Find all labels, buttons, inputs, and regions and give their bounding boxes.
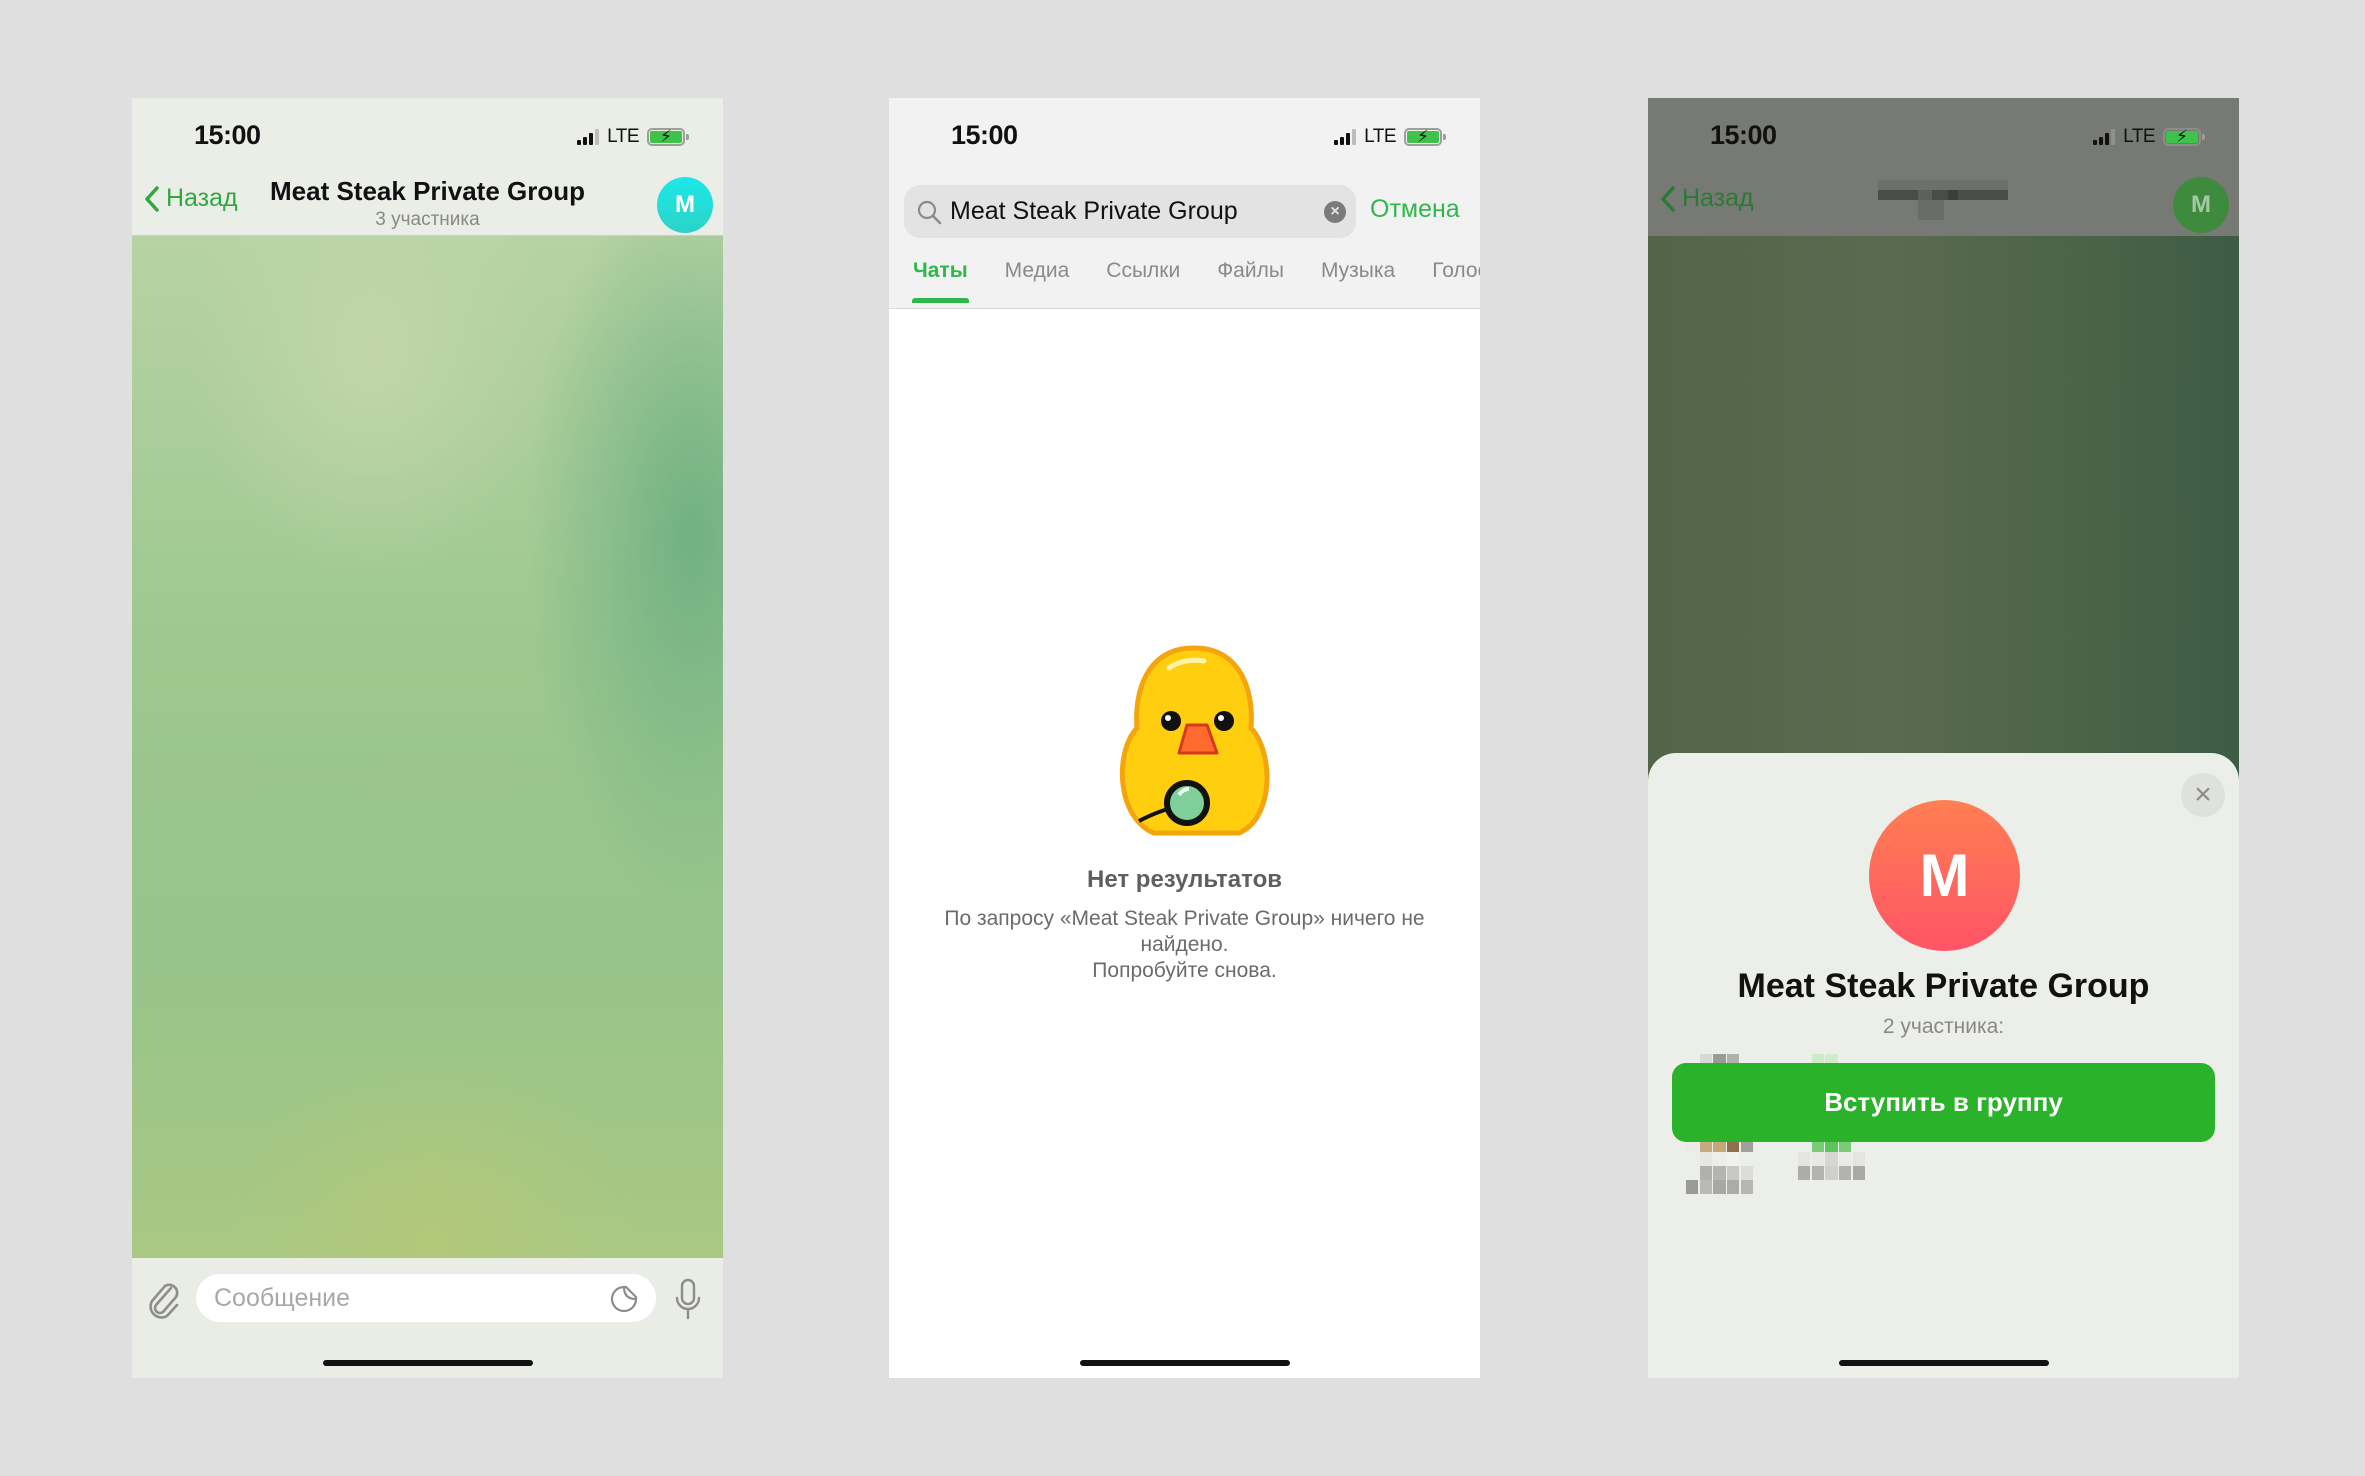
empty-line-1: По запросу «Meat Steak Private Group» ни… xyxy=(944,907,1425,956)
status-indicators: LTE ⚡ xyxy=(577,126,689,148)
search-icon xyxy=(917,200,942,225)
battery-icon: ⚡ xyxy=(647,127,689,146)
tab-music[interactable]: Музыка xyxy=(1321,259,1395,283)
status-indicators: LTE ⚡ xyxy=(2093,126,2205,148)
sticker-icon[interactable] xyxy=(610,1285,638,1313)
avatar-pixel xyxy=(1699,1180,1712,1194)
status-indicators: LTE ⚡ xyxy=(1334,126,1446,148)
group-name: Meat Steak Private Group xyxy=(1737,967,2150,1005)
clear-search-button[interactable]: × xyxy=(1324,201,1346,223)
avatar-pixel xyxy=(1853,1166,1866,1180)
home-indicator xyxy=(1079,1360,1290,1366)
search-field[interactable]: × xyxy=(904,185,1356,238)
chat-screen: 15:00 LTE ⚡ Назад Meat Steak Private Gro… xyxy=(132,98,723,1378)
home-indicator xyxy=(322,1360,533,1366)
avatar-pixel xyxy=(1797,1152,1811,1166)
join-group-screen: 15:00 LTE ⚡ Назад M × M Meat Steak Priva… xyxy=(1648,98,2239,1378)
signal-icon xyxy=(2093,129,2116,145)
avatar-pixel xyxy=(1853,1152,1866,1166)
avatar-pixel xyxy=(1839,1166,1852,1180)
header-avatar: M xyxy=(2173,177,2229,233)
status-time: 15:00 xyxy=(194,120,261,150)
network-label: LTE xyxy=(1364,126,1396,147)
avatar-pixel xyxy=(1741,1180,1754,1194)
join-group-button[interactable]: Вступить в группу xyxy=(1672,1063,2215,1142)
chevron-left-icon xyxy=(1661,185,1675,212)
avatar-pixel xyxy=(1727,1152,1740,1166)
battery-icon: ⚡ xyxy=(1404,127,1446,146)
search-tabs: Чаты Медиа Ссылки Файлы Музыка Голосовые xyxy=(912,259,1480,303)
avatar-pixel xyxy=(1839,1152,1852,1166)
avatar-pixel xyxy=(1727,1166,1740,1180)
group-avatar[interactable]: M xyxy=(657,177,713,233)
avatar-pixel xyxy=(1713,1180,1726,1194)
member-count: 2 участника: xyxy=(1882,1015,2005,1038)
avatar-pixel xyxy=(1699,1152,1712,1166)
tab-voice[interactable]: Голосовые xyxy=(1432,259,1480,283)
network-label: LTE xyxy=(2123,126,2155,147)
group-avatar: M xyxy=(1869,800,2020,951)
avatar-pixel xyxy=(1699,1166,1712,1180)
microphone-icon[interactable] xyxy=(675,1278,701,1320)
dimmed-header: 15:00 LTE ⚡ Назад M xyxy=(1648,98,2239,236)
search-header: 15:00 LTE ⚡ × Отмена Чаты Медиа Ссылки Ф… xyxy=(889,98,1480,309)
empty-title: Нет результатов xyxy=(1087,866,1282,893)
avatar-pixel xyxy=(1811,1152,1824,1166)
tab-links[interactable]: Ссылки xyxy=(1106,259,1180,283)
empty-description: По запросу «Meat Steak Private Group» ни… xyxy=(907,906,1462,984)
avatar-pixel xyxy=(1713,1152,1726,1166)
search-screen: 15:00 LTE ⚡ × Отмена Чаты Медиа Ссылки Ф… xyxy=(889,98,1480,1378)
battery-icon: ⚡ xyxy=(2163,127,2205,146)
avatar-pixel xyxy=(1825,1166,1838,1180)
blurred-title xyxy=(1878,180,2008,224)
chat-background: Сегодня Привет 14:59 ! xyxy=(132,236,723,1378)
avatar-pixel xyxy=(1713,1166,1726,1180)
avatar-pixel xyxy=(1741,1166,1754,1180)
input-bar xyxy=(132,1258,723,1378)
avatar-pixel xyxy=(1825,1152,1838,1166)
avatar-pixel xyxy=(1727,1180,1740,1194)
paperclip-icon[interactable] xyxy=(146,1280,182,1320)
close-button[interactable]: × xyxy=(2181,773,2225,817)
signal-icon xyxy=(1334,129,1357,145)
back-label: Назад xyxy=(1682,184,1754,212)
home-indicator xyxy=(1838,1360,2049,1366)
tab-media[interactable]: Медиа xyxy=(1005,259,1070,283)
tab-files[interactable]: Файлы xyxy=(1217,259,1284,283)
status-time: 15:00 xyxy=(1710,120,1777,150)
chat-title[interactable]: Meat Steak Private Group xyxy=(132,176,723,207)
avatar-pixel xyxy=(1811,1166,1824,1180)
duck-sticker-icon xyxy=(1119,645,1270,836)
back-button[interactable]: Назад xyxy=(1660,184,1754,213)
avatar-pixel xyxy=(1797,1166,1811,1180)
empty-line-2: Попробуйте снова. xyxy=(1092,959,1277,982)
status-time: 15:00 xyxy=(951,120,1018,150)
avatar-pixel xyxy=(1685,1180,1699,1194)
cancel-button[interactable]: Отмена xyxy=(1370,195,1460,224)
search-input[interactable] xyxy=(950,185,1310,238)
tab-chats[interactable]: Чаты xyxy=(912,259,969,303)
chat-header: 15:00 LTE ⚡ Назад Meat Steak Private Gro… xyxy=(132,98,723,236)
network-label: LTE xyxy=(607,126,639,147)
join-sheet: × M Meat Steak Private Group 2 участника… xyxy=(1648,753,2239,1378)
member-count: 3 участника xyxy=(375,209,480,230)
message-input[interactable] xyxy=(196,1274,656,1322)
signal-icon xyxy=(577,129,600,145)
